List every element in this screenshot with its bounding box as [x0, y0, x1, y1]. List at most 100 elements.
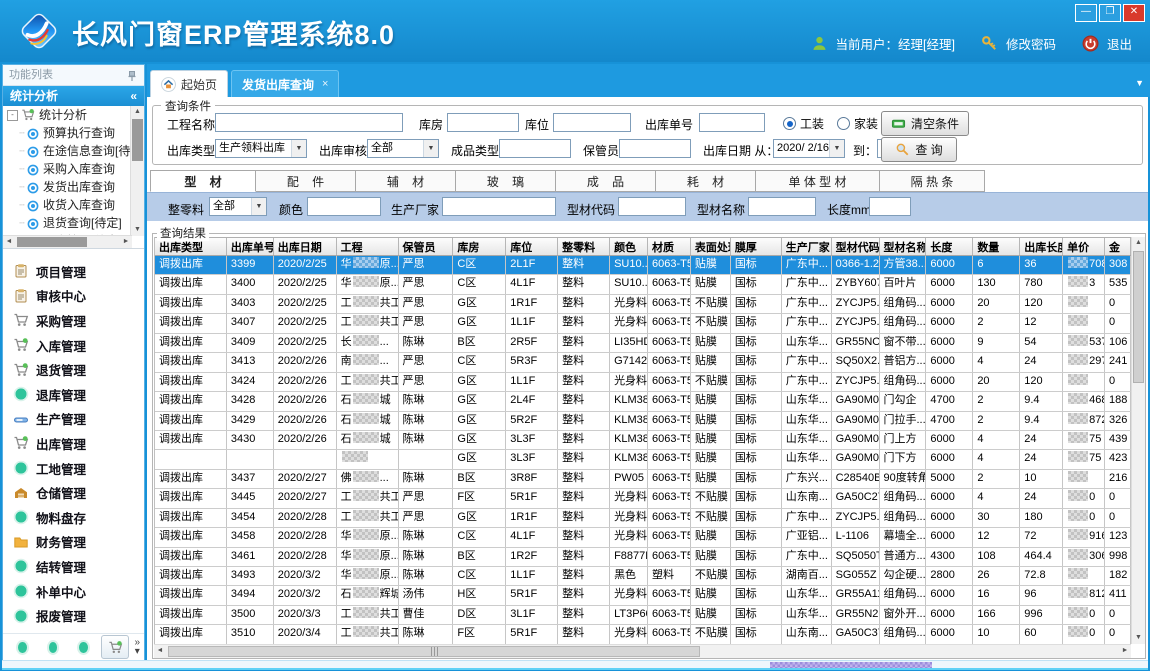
material-tab[interactable]: 辅 材 [356, 170, 456, 192]
logout-link[interactable]: 退出 [1107, 34, 1132, 53]
sidebar-item[interactable]: 审核中心 [3, 284, 144, 309]
column-header[interactable]: 工程 [337, 238, 399, 255]
material-tab[interactable]: 型 材 [150, 170, 256, 192]
profile-code-input[interactable] [618, 197, 686, 216]
column-header[interactable]: 单价 [1063, 238, 1105, 255]
material-tab[interactable]: 成 品 [556, 170, 656, 192]
tab-shipment-outbound-query[interactable]: 发货出库查询× [231, 70, 339, 97]
outbound-type-select[interactable]: 生产领料出库▼ [215, 139, 307, 158]
scroll-right-icon[interactable]: ► [120, 236, 132, 248]
module-dot-icon[interactable] [49, 642, 58, 653]
table-row[interactable]: 调拨出库34282020/2/26石城陈琳G区2L4F整料KLM38176063… [155, 392, 1131, 411]
maximize-button[interactable]: ❐ [1099, 4, 1121, 22]
column-header[interactable]: 整零料 [558, 238, 610, 255]
tree-root[interactable]: - 统计分析 [3, 106, 144, 124]
table-row[interactable]: 调拨出库34372020/2/27佛...陈琳B区3R8F整料PW056063-… [155, 470, 1131, 489]
close-button[interactable]: ✕ [1123, 4, 1145, 22]
material-tab[interactable]: 玻 璃 [456, 170, 556, 192]
profile-name-input[interactable] [748, 197, 816, 216]
outbound-no-input[interactable] [699, 113, 765, 132]
grid-vertical-scrollbar[interactable]: ▲ ▼ [1131, 237, 1145, 644]
table-row[interactable]: 调拨出库34072020/2/25工共工程严思G区1L1F整料光身料6063-T… [155, 314, 1131, 333]
sidebar-item[interactable]: 项目管理 [3, 259, 144, 284]
column-header[interactable]: 表面处理 [691, 238, 731, 255]
table-row[interactable]: 调拨出库34132020/2/26南...严思C区5R3F整料G71422606… [155, 353, 1131, 372]
scroll-up-icon[interactable]: ▲ [1132, 237, 1145, 249]
minimize-button[interactable]: — [1075, 4, 1097, 22]
grid-vscroll-thumb[interactable] [1133, 251, 1144, 383]
table-row[interactable]: 调拨出库34292020/2/26石城陈琳G区5R2F整料KLM38176063… [155, 412, 1131, 431]
column-header[interactable]: 库位 [506, 238, 558, 255]
material-tab[interactable]: 耗 材 [656, 170, 756, 192]
sidebar-item[interactable]: 结转管理 [3, 554, 144, 579]
tree-item[interactable]: ┄发货出库查询 [3, 178, 144, 196]
module-dot-icon[interactable] [18, 642, 27, 653]
grid-hscroll-thumb[interactable] [168, 646, 700, 657]
column-header[interactable]: 生产厂家 [782, 238, 832, 255]
location-input[interactable] [553, 113, 631, 132]
warehouse-input[interactable] [447, 113, 519, 132]
column-header[interactable]: 保管员 [399, 238, 454, 255]
sidebar-item[interactable]: 报废管理 [3, 603, 144, 628]
sidebar-item[interactable]: 财务管理 [3, 530, 144, 555]
outbound-audit-select[interactable]: 全部▼ [367, 139, 439, 158]
table-row[interactable]: 调拨出库35102020/3/4工共工程陈琳F区5R1F整料光身料6063-T5… [155, 625, 1131, 644]
search-button[interactable]: 查 询 [881, 137, 957, 162]
table-row[interactable]: 调拨出库34932020/3/2华原...陈琳C区1L1F整料黑色塑料不贴膜国标… [155, 567, 1131, 586]
tree-item[interactable]: ┄退货查询[待定] [3, 214, 144, 232]
whole-piece-select[interactable]: 全部▼ [209, 197, 267, 216]
tab-close-icon[interactable]: × [322, 78, 328, 90]
sidebar-item[interactable]: 退库管理 [3, 382, 144, 407]
column-header[interactable]: 膜厚 [731, 238, 782, 255]
column-header[interactable]: 库房 [453, 238, 506, 255]
table-row[interactable]: 调拨出库34942020/3/2石辉城汤伟H区5R1F整料光身料6063-T5贴… [155, 586, 1131, 605]
tree-horizontal-scrollbar[interactable]: ◄ ► [3, 235, 132, 248]
tree-item[interactable]: ┄在途信息查询[待 [3, 142, 144, 160]
length-input[interactable] [869, 197, 911, 216]
table-row[interactable]: 调拨出库34612020/2/28华原...陈琳B区1R2F整料F8877FT6… [155, 548, 1131, 567]
sidebar-item[interactable]: 工地管理 [3, 456, 144, 481]
column-header[interactable]: 出库长度 [1020, 238, 1063, 255]
collapse-icon[interactable]: « [130, 86, 137, 106]
column-header[interactable]: 数量 [973, 238, 1020, 255]
column-header[interactable]: 出库单号 [227, 238, 274, 255]
sidebar-item[interactable]: 退货管理 [3, 357, 144, 382]
table-row[interactable]: 调拨出库33992020/2/25华原...严思C区2L1F整料SU10...6… [155, 256, 1131, 275]
scroll-left-icon[interactable]: ◄ [154, 645, 166, 657]
material-tab[interactable]: 隔 热 条 [880, 170, 985, 192]
sidebar-item[interactable]: 物料盘存 [3, 505, 144, 530]
pin-icon[interactable] [126, 69, 138, 81]
cart-module-button[interactable] [101, 635, 130, 659]
sidebar-item[interactable]: 补单中心 [3, 579, 144, 604]
tree-expander-icon[interactable]: - [7, 110, 18, 121]
more-modules-chevron[interactable]: »▾ [134, 638, 140, 656]
tree-vertical-scrollbar[interactable]: ▲ ▼ [130, 106, 144, 236]
sidebar-item[interactable]: 生产管理 [3, 407, 144, 432]
table-row[interactable]: G区3L3F整料KLM38176063-T5贴膜国标山东华...GA90M09.… [155, 450, 1131, 469]
column-header[interactable]: 型材代码 [832, 238, 880, 255]
material-tab[interactable]: 配 件 [256, 170, 356, 192]
sidebar-item[interactable]: 出库管理 [3, 431, 144, 456]
table-row[interactable]: 调拨出库34092020/2/25长...陈琳B区2R5F整料LI35HD606… [155, 334, 1131, 353]
scroll-left-icon[interactable]: ◄ [3, 236, 15, 248]
change-password-link[interactable]: 修改密码 [1006, 34, 1056, 53]
keeper-input[interactable] [619, 139, 691, 158]
table-row[interactable]: 调拨出库34242020/2/26工共工程严思G区1L1F整料光身料6063-T… [155, 373, 1131, 392]
table-row[interactable]: 调拨出库34032020/2/25工共工程严思G区1R1F整料光身料6063-T… [155, 295, 1131, 314]
scroll-down-icon[interactable]: ▼ [131, 224, 144, 236]
tree-item[interactable]: ┄收货入库查询 [3, 196, 144, 214]
table-row[interactable]: 调拨出库34542020/2/28工共工程严思G区1R1F整料光身料6063-T… [155, 509, 1131, 528]
tree-scroll-thumb[interactable] [132, 119, 143, 161]
section-statistics-header[interactable]: 统计分析 « [3, 86, 144, 106]
grid-horizontal-scrollbar[interactable]: ◄ ► [154, 644, 1131, 658]
radio-jiazhuang[interactable]: 家装 [837, 115, 878, 132]
table-row[interactable]: 调拨出库35002020/3/3工共工程曹佳D区3L1F整料LT3P606063… [155, 606, 1131, 625]
table-row[interactable]: 调拨出库34302020/2/26石城陈琳G区3L3F整料KLM38176063… [155, 431, 1131, 450]
clear-conditions-button[interactable]: 清空条件 [881, 111, 969, 136]
project-name-input[interactable] [215, 113, 403, 132]
module-dot-icon[interactable] [79, 642, 88, 653]
color-input[interactable] [307, 197, 381, 216]
sidebar-item[interactable]: 入库管理 [3, 333, 144, 358]
column-header[interactable]: 颜色 [610, 238, 648, 255]
column-header[interactable]: 出库日期 [274, 238, 337, 255]
